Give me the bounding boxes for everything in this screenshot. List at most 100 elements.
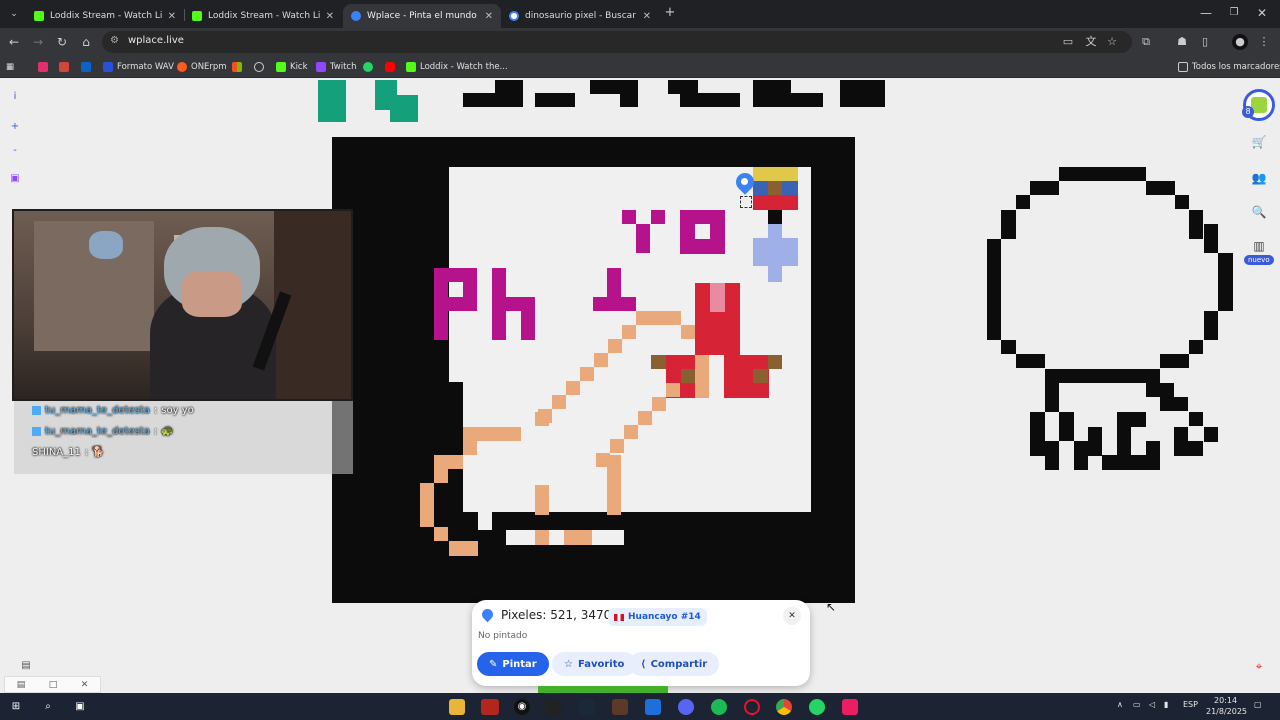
all-bookmarks[interactable]: Todos los marcadores	[1178, 60, 1280, 74]
incognito-icon[interactable]: ☗	[1174, 34, 1190, 50]
close-icon[interactable]: ✕	[81, 680, 89, 690]
forward-icon[interactable]: →	[30, 34, 46, 50]
globe-icon[interactable]	[254, 60, 264, 74]
outline-figure	[1001, 210, 1016, 239]
close-icon[interactable]: ✕	[485, 11, 493, 22]
file-explorer-icon[interactable]	[449, 699, 465, 715]
volume-icon[interactable]: ◁	[1149, 700, 1155, 709]
back-icon[interactable]: ←	[6, 34, 22, 50]
outline-figure	[1204, 427, 1218, 442]
cast-icon[interactable]: ▭	[1060, 34, 1076, 50]
overlay-toggle-icon[interactable]: ▤	[17, 680, 26, 690]
bookmark-onerpm[interactable]: ONErpm	[177, 60, 227, 74]
zoom-out-button[interactable]: -	[7, 143, 23, 159]
gmail-icon[interactable]	[59, 60, 69, 74]
top-art	[495, 80, 523, 107]
apps-icon[interactable]: ▦	[6, 60, 14, 74]
level-badge: 8	[1242, 106, 1254, 118]
windows-start-icon[interactable]: ⊞	[8, 699, 24, 715]
close-icon[interactable]: ✕	[326, 11, 334, 22]
microsoft-icon[interactable]	[232, 60, 242, 74]
epic-games-icon[interactable]	[546, 699, 562, 715]
instagram-icon[interactable]	[38, 60, 48, 74]
translate-icon[interactable]: 文	[1083, 34, 1099, 50]
bookmark-kick[interactable]: Kick	[276, 60, 308, 74]
layers-icon[interactable]: ▤	[18, 658, 34, 674]
outline-figure	[1131, 455, 1160, 470]
outline-figure	[1016, 354, 1045, 368]
top-art	[620, 93, 638, 107]
peach-line	[580, 367, 594, 381]
paint-button[interactable]: ✎ Pintar	[477, 652, 549, 676]
bookmark-star-icon[interactable]: ☆	[1104, 34, 1120, 50]
notifications-icon[interactable]: ▢	[1254, 700, 1262, 709]
tray-chevron-icon[interactable]: ∧	[1117, 700, 1123, 709]
clock-time[interactable]: 20:14	[1214, 696, 1237, 705]
share-button[interactable]: ⟨ Compartir	[629, 652, 720, 676]
minecraft-icon[interactable]	[612, 699, 628, 715]
favorite-button[interactable]: ☆ Favorito	[552, 652, 637, 676]
outline-figure	[1189, 412, 1203, 426]
whatsapp-icon[interactable]	[363, 60, 373, 74]
tab-2[interactable]: Wplace - Pinta el mundo ✕	[343, 4, 501, 28]
opera-icon[interactable]	[744, 699, 760, 715]
task-view-icon[interactable]: ▣	[72, 699, 88, 715]
tab-3[interactable]: dinosaurio pixel - Buscar con Google ✕	[501, 4, 659, 28]
outlook-icon[interactable]	[81, 60, 91, 74]
discord-icon[interactable]	[678, 699, 694, 715]
new-tab-button[interactable]: +	[662, 5, 678, 21]
ph-letter	[434, 297, 477, 311]
red-figure	[710, 283, 725, 312]
popup-close-button[interactable]: ✕	[783, 607, 801, 625]
locate-icon[interactable]: ⌖	[1249, 656, 1269, 676]
profile-avatar[interactable]: ●	[1232, 34, 1248, 50]
restore-icon[interactable]: ❐	[1226, 5, 1242, 21]
tab-1[interactable]: Loddix Stream - Watch Live on Kick ✕	[184, 4, 342, 28]
minimize-icon[interactable]: —	[1198, 5, 1214, 21]
app-icon[interactable]	[481, 699, 499, 715]
shop-icon[interactable]: 🛒	[1249, 132, 1269, 152]
obs-icon[interactable]: ◉	[514, 699, 530, 715]
info-button[interactable]: i	[7, 89, 23, 105]
sidebar-icon[interactable]: ▯	[1197, 34, 1213, 50]
chrome-icon[interactable]	[776, 699, 792, 715]
tab-search-icon[interactable]: ⌄	[6, 6, 22, 22]
clock-date[interactable]: 21/8/2025	[1206, 707, 1247, 716]
network-icon[interactable]: ▭	[1133, 700, 1141, 709]
zoom-in-button[interactable]: +	[7, 119, 23, 135]
bookmark-twitch[interactable]: Twitch	[316, 60, 357, 74]
extensions-icon[interactable]: ⧉	[1138, 34, 1154, 50]
window-close-icon[interactable]: ✕	[1254, 5, 1270, 21]
whatsapp-icon[interactable]	[809, 699, 825, 715]
microphone-icon[interactable]: ▮	[1164, 700, 1168, 709]
top-art	[535, 93, 575, 107]
peach-line	[463, 441, 477, 455]
close-icon[interactable]: ✕	[643, 11, 651, 22]
language-indicator[interactable]: ESP	[1183, 700, 1198, 709]
peach-line	[622, 325, 636, 339]
peach-line	[594, 353, 608, 367]
region-chip[interactable]: Huancayo #14	[608, 608, 707, 626]
tiktok-icon[interactable]	[842, 699, 858, 715]
reload-icon[interactable]: ↻	[54, 34, 70, 50]
app-icon[interactable]	[645, 699, 661, 715]
close-icon[interactable]: ✕	[168, 11, 176, 22]
community-icon[interactable]: 👥	[1249, 168, 1269, 188]
youtube-icon[interactable]	[385, 60, 395, 74]
bookmark-formato-wav[interactable]: Formato WAV	[103, 60, 174, 74]
site-info-icon[interactable]: ⚙	[110, 35, 119, 46]
address-bar[interactable]: ⚙ wplace.live	[102, 31, 1132, 53]
square-icon[interactable]: □	[49, 680, 58, 690]
leaderboard-icon[interactable]: ▥	[1249, 236, 1269, 256]
paint-status: No pintado	[478, 631, 528, 641]
search-icon[interactable]: 🔍	[1249, 202, 1269, 222]
twitch-overlay-icon[interactable]: ▣	[7, 171, 23, 187]
tab-0[interactable]: Loddix Stream - Watch Live on Kick ✕	[26, 4, 184, 28]
spotify-icon[interactable]	[711, 699, 727, 715]
home-icon[interactable]: ⌂	[78, 34, 94, 50]
screen: ⌄ Loddix Stream - Watch Live on Kick ✕ L…	[0, 0, 1280, 720]
steam-icon[interactable]	[579, 699, 595, 715]
bookmark-loddix[interactable]: Loddix - Watch the...	[406, 60, 508, 74]
menu-icon[interactable]: ⋮	[1256, 34, 1272, 50]
search-icon[interactable]: ⌕	[40, 699, 56, 715]
